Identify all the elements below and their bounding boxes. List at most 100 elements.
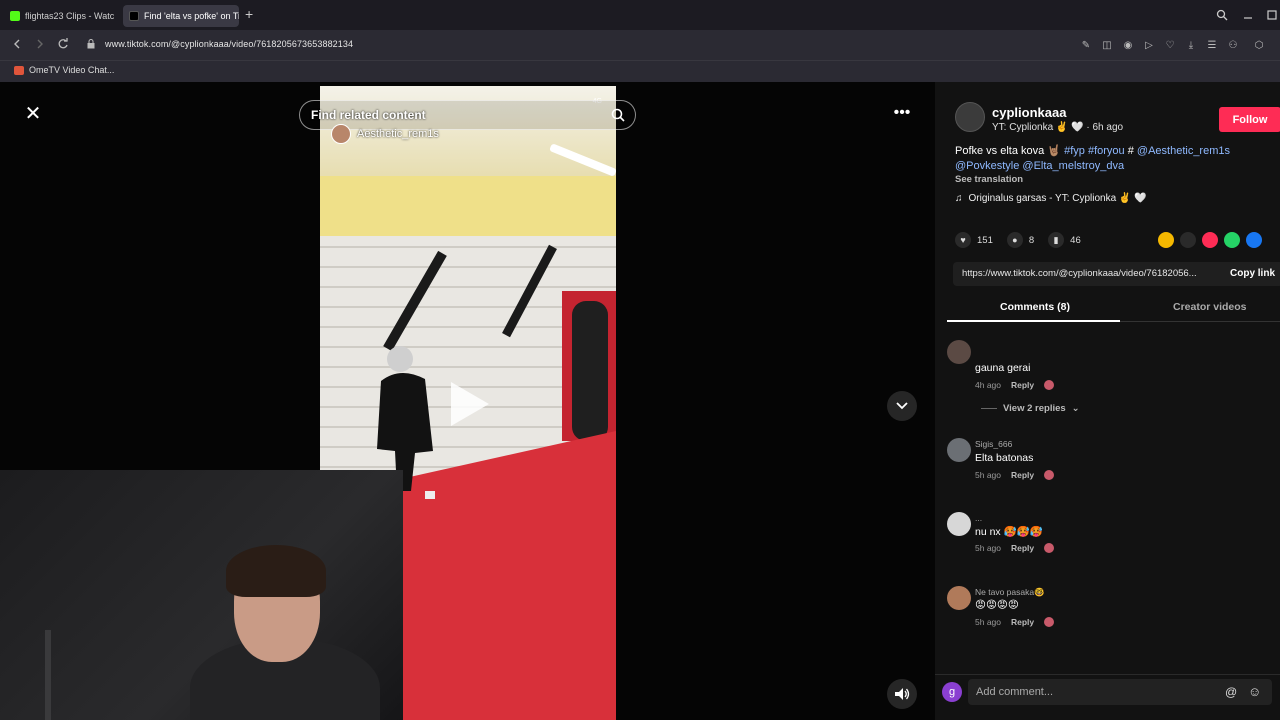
- edit-icon[interactable]: ✎: [1079, 38, 1093, 52]
- comment-meta: 5h ago Reply: [975, 470, 1055, 480]
- bookmark-ometv[interactable]: OmeTV Video Chat...: [14, 65, 114, 75]
- hashtag-fyp[interactable]: #fyp: [1064, 145, 1085, 157]
- next-video-button[interactable]: [887, 391, 917, 421]
- copy-link-button[interactable]: Copy link: [1230, 268, 1275, 279]
- follow-button[interactable]: Follow: [1219, 107, 1280, 132]
- hashtag-foryou[interactable]: #foryou: [1088, 145, 1125, 157]
- comment-avatar[interactable]: [947, 438, 971, 462]
- comment-time: 4h ago: [975, 380, 1001, 390]
- microphone-stand: [45, 630, 51, 720]
- address-bar[interactable]: www.tiktok.com/@cyplionkaaa/video/761820…: [105, 39, 353, 49]
- like-button[interactable]: ♥ 151: [955, 232, 993, 248]
- bookmark-icon: ▮: [1048, 232, 1065, 248]
- library-icon[interactable]: ☰: [1205, 38, 1219, 52]
- send-icon[interactable]: [1202, 232, 1218, 248]
- chevron-down-icon: [896, 402, 908, 410]
- video-link-text[interactable]: https://www.tiktok.com/@cyplionkaaa/vide…: [962, 268, 1197, 279]
- tab-comments[interactable]: Comments (8): [1000, 301, 1070, 313]
- reply-button[interactable]: Reply: [1011, 543, 1034, 553]
- bookmarks-bar: OmeTV Video Chat...: [0, 60, 1280, 82]
- comment-avatar[interactable]: [947, 512, 971, 536]
- facebook-icon[interactable]: [1246, 232, 1262, 248]
- extensions-icon[interactable]: ⬡: [1252, 38, 1266, 52]
- mention-elta[interactable]: @Elta_melstroy_dva: [1022, 160, 1124, 172]
- comment-username[interactable]: Sigis_666: [975, 439, 1012, 449]
- play-extension-icon[interactable]: ▷: [1142, 38, 1156, 52]
- webcam-person-hair: [226, 545, 326, 597]
- reply-button[interactable]: Reply: [1011, 617, 1034, 627]
- hashtag-empty: #: [1127, 145, 1134, 157]
- browser-tab-kick[interactable]: flightas23 Clips - Watc: [4, 5, 120, 27]
- screenshot-icon[interactable]: ◫: [1100, 38, 1114, 52]
- reload-icon[interactable]: [57, 37, 69, 51]
- webcam-overlay: [0, 470, 403, 720]
- account-icon[interactable]: ⚇: [1226, 38, 1240, 52]
- play-icon[interactable]: [451, 382, 489, 426]
- comment-username[interactable]: Ne tavo pasaka🤓: [975, 587, 1045, 598]
- lock-icon[interactable]: [87, 39, 95, 49]
- back-icon[interactable]: [11, 37, 23, 51]
- tab-label: flightas23 Clips - Watc: [25, 11, 115, 21]
- comment-count: 8: [1028, 234, 1035, 246]
- divider: [981, 408, 997, 409]
- emoji-icon[interactable]: ☺: [1248, 684, 1261, 699]
- mention-icon[interactable]: @: [1225, 685, 1237, 699]
- search-tabs-icon[interactable]: [1216, 9, 1228, 21]
- save-button[interactable]: ▮ 46: [1048, 232, 1081, 248]
- maximize-icon[interactable]: [1266, 9, 1278, 21]
- comment-text: gauna gerai: [975, 362, 1031, 374]
- speaker-icon: [895, 688, 910, 700]
- current-user-avatar[interactable]: g: [942, 682, 962, 702]
- extension-icon[interactable]: ◉: [1121, 38, 1135, 52]
- reply-button[interactable]: Reply: [1011, 470, 1034, 480]
- heart-icon: ♥: [955, 232, 971, 248]
- ometv-favicon-icon: [14, 65, 24, 75]
- video-details-panel: cyplionkaaa YT: Cyplionka ✌️ 🤍 · 6h ago …: [935, 82, 1280, 720]
- comment-like-icon[interactable]: [1044, 470, 1055, 480]
- volume-button[interactable]: [887, 679, 917, 709]
- action-row: ♥ 151 ● 8 ▮ 46: [955, 230, 1095, 250]
- new-tab-button[interactable]: +: [245, 7, 253, 21]
- comment-text: Elta batonas: [975, 452, 1034, 464]
- comment-username[interactable]: ...: [975, 513, 982, 523]
- tab-creator-videos[interactable]: Creator videos: [1173, 301, 1247, 313]
- forward-icon[interactable]: [34, 37, 46, 51]
- more-options-icon[interactable]: •••: [888, 102, 916, 124]
- comment-avatar[interactable]: [947, 586, 971, 610]
- friends-share-icon[interactable]: [1158, 232, 1174, 248]
- mention-povkestyle[interactable]: @Povkestyle: [955, 160, 1019, 172]
- share-row: [1158, 232, 1262, 248]
- see-translation-link[interactable]: See translation: [955, 174, 1023, 185]
- comment-time: 5h ago: [975, 617, 1001, 627]
- author-subtitle: YT: Cyplionka ✌️ 🤍 · 6h ago: [992, 122, 1124, 133]
- browser-nav-bar: www.tiktok.com/@cyplionkaaa/video/761820…: [0, 30, 1280, 60]
- minimize-icon[interactable]: [1242, 9, 1254, 21]
- copy-link-box: https://www.tiktok.com/@cyplionkaaa/vide…: [953, 262, 1280, 286]
- comment-like-icon[interactable]: [1044, 380, 1055, 390]
- download-icon[interactable]: ⤓: [1184, 38, 1198, 52]
- comment-meta: 5h ago Reply: [975, 543, 1055, 553]
- view-replies-button[interactable]: View 2 replies ⌄: [981, 403, 1080, 414]
- music-row[interactable]: ♫ Originalus garsas - YT: Cyplionka ✌️ 🤍: [955, 193, 1147, 204]
- embed-icon[interactable]: [1180, 232, 1196, 248]
- close-icon[interactable]: ✕: [19, 99, 47, 127]
- comment-meta: 4h ago Reply: [975, 380, 1055, 390]
- music-title: Originalus garsas - YT: Cyplionka ✌️ 🤍: [968, 193, 1147, 204]
- comment-time: 5h ago: [975, 470, 1001, 480]
- heart-icon[interactable]: ♡: [1163, 38, 1177, 52]
- comment-button[interactable]: ● 8: [1006, 232, 1035, 248]
- browser-tab-tiktok[interactable]: Find 'elta vs pofke' on Tik: [123, 5, 239, 27]
- author-username[interactable]: cyplionkaaa: [992, 105, 1066, 120]
- video-frame-punching-bag: [572, 301, 608, 441]
- whatsapp-icon[interactable]: [1224, 232, 1240, 248]
- reply-button[interactable]: Reply: [1011, 380, 1034, 390]
- author-avatar[interactable]: [955, 102, 985, 132]
- panel-tabs: Comments (8) Creator videos: [947, 296, 1280, 322]
- comment-like-icon[interactable]: [1044, 543, 1055, 553]
- comment-avatar[interactable]: [947, 340, 971, 364]
- video-description: Pofke vs elta kova 🤘🏽 #fyp #foryou # @Ae…: [955, 144, 1275, 174]
- tab-underline: [947, 320, 1120, 322]
- mention-aesthetic[interactable]: @Aesthetic_rem1s: [1137, 145, 1230, 157]
- search-icon[interactable]: [611, 108, 625, 122]
- comment-like-icon[interactable]: [1044, 617, 1055, 627]
